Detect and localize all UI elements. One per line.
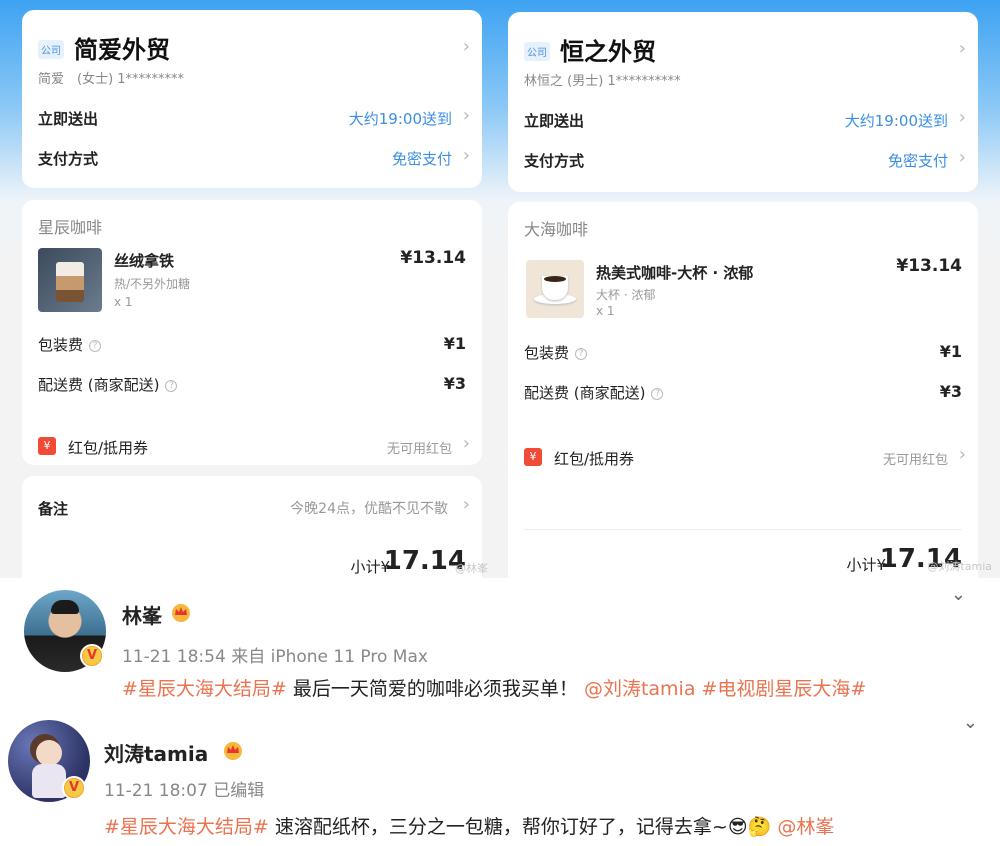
item-spec: 热/不另外加糖 — [114, 277, 191, 291]
hashtag-link[interactable]: #星辰大海大结局# — [122, 678, 287, 700]
packaging-fee-label: 包装费? — [524, 342, 588, 363]
redpack-label[interactable]: 红包/抵用券 — [68, 437, 148, 458]
post-meta: 11-21 18:07 已编辑 — [104, 781, 265, 801]
username[interactable]: 林峯 — [122, 600, 162, 629]
question-circle-icon[interactable]: ? — [651, 387, 664, 400]
item-name: 丝绒拿铁 — [114, 252, 175, 270]
username[interactable]: 刘涛tamia — [104, 738, 208, 767]
divider — [524, 529, 962, 530]
item-qty: x 1 — [114, 295, 133, 309]
order-card: 大海咖啡 热美式咖啡-大杯 · 浓郁 大杯 · 浓郁 x 1 ¥13.14 包装… — [508, 202, 992, 578]
pay-label: 支付方式 — [38, 150, 99, 168]
hashtag-link[interactable]: #电视剧星辰大海# — [695, 678, 867, 700]
weibo-post: V 刘涛tamia ⌄ 11-21 18:07 已编辑 #星辰大海大结局# 速溶… — [0, 710, 1000, 846]
send-label: 立即送出 — [38, 110, 99, 128]
crown-icon — [224, 742, 242, 760]
shop-name: 简爱外贸 — [74, 36, 170, 64]
weibo-post: V 林峯 ⌄ 11-21 18:54 来自 iPhone 11 Pro Max … — [0, 580, 1000, 706]
question-circle-icon[interactable]: ? — [165, 379, 178, 392]
shop-card[interactable]: 公司 简爱外贸 › 简爱 (女士) 1********* 立即送出 大约19:0… — [22, 10, 482, 188]
hashtag-link[interactable]: #星辰大海大结局# — [104, 816, 269, 838]
redpack-icon: ¥ — [524, 448, 542, 466]
mention-link[interactable]: @林峯 — [771, 816, 834, 838]
chevron-right-icon[interactable]: › — [959, 38, 966, 59]
shop-name: 恒之外贸 — [560, 38, 656, 66]
pay-method[interactable]: 免密支付 — [392, 148, 452, 169]
shop-card[interactable]: 公司 恒之外贸 › 林恒之 (男士) 1********** 立即送出 大约19… — [508, 12, 978, 192]
contact-info: 简爱 (女士) 1********* — [38, 72, 185, 87]
company-tag: 公司 — [524, 42, 550, 61]
chevron-right-icon[interactable]: › — [463, 494, 470, 515]
store-name: 大海咖啡 — [524, 220, 589, 239]
chevron-right-icon[interactable]: › — [463, 145, 470, 166]
emoji: 😎🤔 — [727, 816, 772, 838]
subtotal-value: 17.14 — [383, 546, 466, 576]
order-card: 星辰咖啡 丝绒拿铁 热/不另外加糖 x 1 ¥13.14 包装费? ¥1 配送费… — [22, 200, 482, 465]
item-spec: 大杯 · 浓郁 — [596, 288, 656, 302]
send-label: 立即送出 — [524, 112, 585, 130]
product-image — [38, 248, 102, 312]
redpack-value[interactable]: 无可用红包 — [387, 438, 452, 457]
packaging-fee-value: ¥1 — [443, 334, 466, 353]
company-tag: 公司 — [38, 40, 64, 59]
chevron-right-icon[interactable]: › — [959, 444, 966, 465]
redpack-value[interactable]: 无可用红包 — [883, 449, 948, 468]
post-text: #星辰大海大结局# 最后一天简爱的咖啡必须我买单！ @刘涛tamia #电视剧星… — [122, 678, 867, 700]
chevron-down-icon[interactable]: ⌄ — [963, 712, 978, 733]
delivery-fee-value: ¥3 — [939, 382, 962, 401]
pay-label: 支付方式 — [524, 152, 585, 170]
item-price: ¥13.14 — [896, 256, 962, 276]
question-circle-icon[interactable]: ? — [89, 339, 102, 352]
delivery-fee-label: 配送费 (商家配送)? — [524, 382, 664, 403]
chevron-right-icon[interactable]: › — [463, 105, 470, 126]
contact-info: 林恒之 (男士) 1********** — [524, 74, 681, 89]
packaging-fee-value: ¥1 — [939, 342, 962, 361]
chevron-right-icon[interactable]: › — [463, 433, 470, 454]
send-time[interactable]: 大约19:00送到 — [349, 108, 452, 129]
crown-icon — [172, 604, 190, 622]
item-name: 热美式咖啡-大杯 · 浓郁 — [596, 264, 754, 282]
post-text: #星辰大海大结局# 速溶配纸杯，三分之一包糖，帮你订好了，记得去拿~😎🤔 @林峯 — [104, 816, 835, 838]
redpack-icon: ¥ — [38, 437, 56, 455]
delivery-fee-value: ¥3 — [443, 374, 466, 393]
mention-link[interactable]: @刘涛tamia — [584, 678, 696, 700]
chevron-down-icon[interactable]: ⌄ — [951, 584, 966, 605]
note-label: 备注 — [38, 500, 69, 518]
watermark: @刘涛tamia — [927, 560, 992, 573]
delivery-fee-label: 配送费 (商家配送)? — [38, 374, 178, 395]
store-name: 星辰咖啡 — [38, 218, 103, 237]
watermark: @林峯 — [455, 562, 488, 575]
packaging-fee-label: 包装费? — [38, 334, 102, 355]
product-image — [526, 260, 584, 318]
order-panel-left: 公司 简爱外贸 › 简爱 (女士) 1********* 立即送出 大约19:0… — [0, 0, 492, 578]
question-circle-icon[interactable]: ? — [575, 347, 588, 360]
verified-v-icon: V — [80, 644, 104, 668]
order-panel-right: 公司 恒之外贸 › 林恒之 (男士) 1********** 立即送出 大约19… — [492, 0, 1000, 578]
post-meta: 11-21 18:54 来自 iPhone 11 Pro Max — [122, 647, 428, 667]
note-value[interactable]: 今晚24点，优酷不见不散 — [290, 498, 448, 518]
note-card[interactable]: 备注 今晚24点，优酷不见不散 › 小计¥ 17.14 @林峯 — [22, 476, 488, 578]
verified-v-icon: V — [62, 776, 86, 800]
chevron-right-icon[interactable]: › — [463, 36, 470, 57]
item-price: ¥13.14 — [400, 248, 466, 268]
item-qty: x 1 — [596, 304, 615, 318]
pay-method[interactable]: 免密支付 — [888, 150, 948, 171]
send-time[interactable]: 大约19:00送到 — [845, 110, 948, 131]
redpack-label[interactable]: 红包/抵用券 — [554, 448, 634, 469]
chevron-right-icon[interactable]: › — [959, 147, 966, 168]
chevron-right-icon[interactable]: › — [959, 107, 966, 128]
